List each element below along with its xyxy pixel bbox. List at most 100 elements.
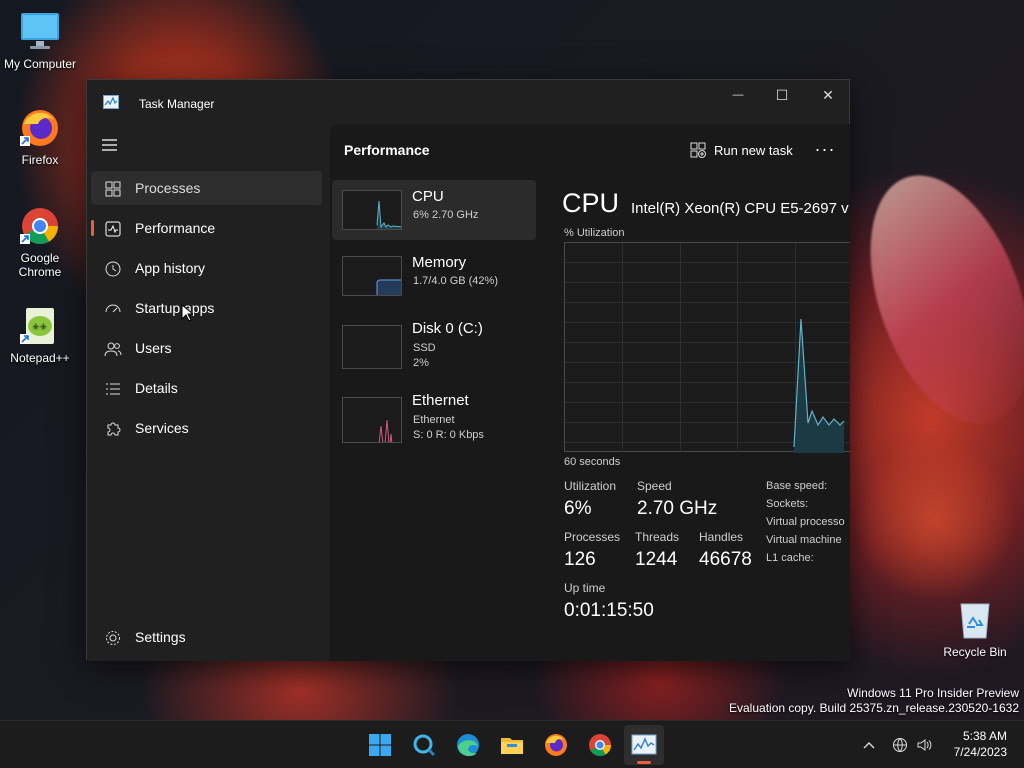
- resource-detail: Ethernet: [413, 414, 455, 426]
- watermark-line-2: Evaluation copy. Build 25375.zn_release.…: [729, 701, 1019, 715]
- speed-value: 2.70 GHz: [637, 498, 718, 519]
- nav-item-settings[interactable]: Settings: [91, 620, 322, 654]
- desktop-icon-recycle-bin[interactable]: Recycle Bin: [935, 598, 1015, 659]
- puzzle-icon: [104, 420, 122, 438]
- run-new-task-button[interactable]: Run new task: [690, 139, 793, 161]
- cpu-thumbnail: [342, 190, 402, 230]
- more-icon: ···: [814, 138, 836, 159]
- recycle-bin-icon: [953, 598, 997, 642]
- minimize-button[interactable]: —: [715, 80, 761, 110]
- nav-item-label: Settings: [135, 629, 186, 645]
- nav-item-performance[interactable]: Performance: [91, 211, 322, 245]
- nav-item-app-history[interactable]: App history: [91, 251, 322, 285]
- chrome-taskbar-button[interactable]: [580, 725, 620, 765]
- desktop-icon-label: Notepad++: [10, 351, 70, 365]
- notepad-plus-plus-icon: ++: [18, 304, 62, 348]
- cpu-model: Intel(R) Xeon(R) CPU E5-2697 v: [631, 200, 849, 217]
- chrome-icon: [18, 204, 62, 248]
- run-task-icon: [690, 142, 706, 158]
- processes-label: Processes: [564, 530, 621, 544]
- more-options-button[interactable]: ···: [808, 136, 842, 162]
- task-manager-window: Task Manager — ☐ ✕ Processes Performance: [86, 79, 850, 661]
- nav-item-processes[interactable]: Processes: [91, 171, 322, 205]
- resource-item-cpu[interactable]: CPU 6% 2.70 GHz: [332, 180, 536, 240]
- nav-item-label: App history: [135, 260, 206, 276]
- desktop-icon-my-computer[interactable]: My Computer: [0, 10, 80, 71]
- resource-detail: 2%: [413, 357, 429, 369]
- start-button[interactable]: [360, 725, 400, 765]
- title-bar[interactable]: Task Manager — ☐ ✕: [87, 80, 849, 124]
- speed-label: Speed: [637, 479, 672, 493]
- threads-value: 1244: [635, 549, 678, 570]
- file-explorer-button[interactable]: [492, 725, 532, 765]
- window-title: Task Manager: [139, 97, 215, 111]
- desktop-icon-label: My Computer: [3, 57, 77, 71]
- minimize-icon: —: [732, 89, 744, 101]
- nav-item-startup-apps[interactable]: Startup apps: [91, 291, 322, 325]
- nav-item-details[interactable]: Details: [91, 371, 322, 405]
- search-icon: [413, 734, 436, 757]
- resource-detail: 1.7/4.0 GB (42%): [413, 275, 498, 287]
- chrome-icon: [589, 734, 611, 756]
- virtual-machine-label: Virtual machine: [766, 534, 842, 546]
- resource-name: Memory: [412, 254, 467, 271]
- sockets-label: Sockets:: [766, 498, 809, 510]
- cpu-utilization-graph: [564, 242, 850, 453]
- close-button[interactable]: ✕: [805, 80, 851, 110]
- memory-thumbnail: [342, 256, 402, 296]
- cpu-detail: CPU Intel(R) Xeon(R) CPU E5-2697 v % Uti…: [550, 180, 850, 650]
- pulse-icon: [104, 220, 122, 238]
- resource-name: Disk 0 (C:): [412, 320, 483, 337]
- system-tray: [858, 721, 934, 768]
- list-icon: [104, 380, 122, 398]
- time-axis-label: 60 seconds: [564, 456, 621, 468]
- start-icon: [369, 734, 391, 756]
- resource-item-disk[interactable]: Disk 0 (C:) SSD 2%: [332, 312, 536, 378]
- watermark-line-1: Windows 11 Pro Insider Preview: [847, 686, 1019, 700]
- maximize-button[interactable]: ☐: [759, 80, 805, 110]
- resource-item-memory[interactable]: Memory 1.7/4.0 GB (42%): [332, 246, 536, 306]
- volume-icon[interactable]: [916, 737, 934, 753]
- mouse-cursor-icon: [181, 303, 195, 322]
- active-indicator: [637, 761, 651, 764]
- page-title: Performance: [344, 142, 430, 158]
- threads-label: Threads: [635, 530, 680, 544]
- resource-item-ethernet[interactable]: Ethernet Ethernet S: 0 R: 0 Kbps: [332, 384, 536, 450]
- nav-pane: Processes Performance App history Startu…: [87, 124, 330, 661]
- handles-label: Handles: [699, 530, 744, 544]
- nav-item-label: Details: [135, 380, 178, 396]
- gear-icon: [104, 629, 122, 647]
- edge-icon: [457, 734, 479, 757]
- firefox-taskbar-button[interactable]: [536, 725, 576, 765]
- history-icon: [104, 260, 122, 278]
- desktop-icon-label: Recycle Bin: [943, 645, 1007, 659]
- desktop-icon-google-chrome[interactable]: Google Chrome: [0, 204, 80, 279]
- utilization-label: Utilization: [564, 479, 617, 493]
- firefox-icon: [18, 106, 62, 150]
- disk-thumbnail: [342, 325, 402, 369]
- task-manager-icon: [631, 734, 657, 755]
- processes-value: 126: [564, 549, 596, 570]
- clock-time: 5:38 AM: [962, 729, 1007, 743]
- clock[interactable]: 5:38 AM 7/24/2023: [954, 728, 1007, 760]
- nav-item-users[interactable]: Users: [91, 331, 322, 365]
- ethernet-thumbnail: [342, 397, 402, 443]
- nav-item-services[interactable]: Services: [91, 411, 322, 445]
- uptime-value: 0:01:15:50: [564, 600, 654, 621]
- hamburger-menu-button[interactable]: [101, 138, 121, 152]
- desktop-icon-notepad-plus-plus[interactable]: ++ Notepad++: [0, 304, 80, 365]
- taskbar: 5:38 AM 7/24/2023: [0, 720, 1024, 768]
- desktop-icon-firefox[interactable]: Firefox: [0, 106, 80, 167]
- network-icon[interactable]: [892, 737, 910, 753]
- task-manager-taskbar-button[interactable]: [624, 725, 664, 765]
- nav-item-label: Performance: [135, 220, 216, 236]
- edge-button[interactable]: [448, 725, 488, 765]
- virtual-processors-label: Virtual processo: [766, 516, 845, 528]
- resource-list: CPU 6% 2.70 GHz Memory 1.7/4.0 GB (42%) …: [332, 180, 536, 456]
- search-button[interactable]: [404, 725, 444, 765]
- uptime-label: Up time: [564, 581, 606, 595]
- nav-item-label: Startup apps: [135, 300, 215, 316]
- explorer-icon: [501, 738, 523, 754]
- chevron-up-icon[interactable]: [858, 741, 880, 749]
- utilization-axis-label: % Utilization: [564, 227, 625, 239]
